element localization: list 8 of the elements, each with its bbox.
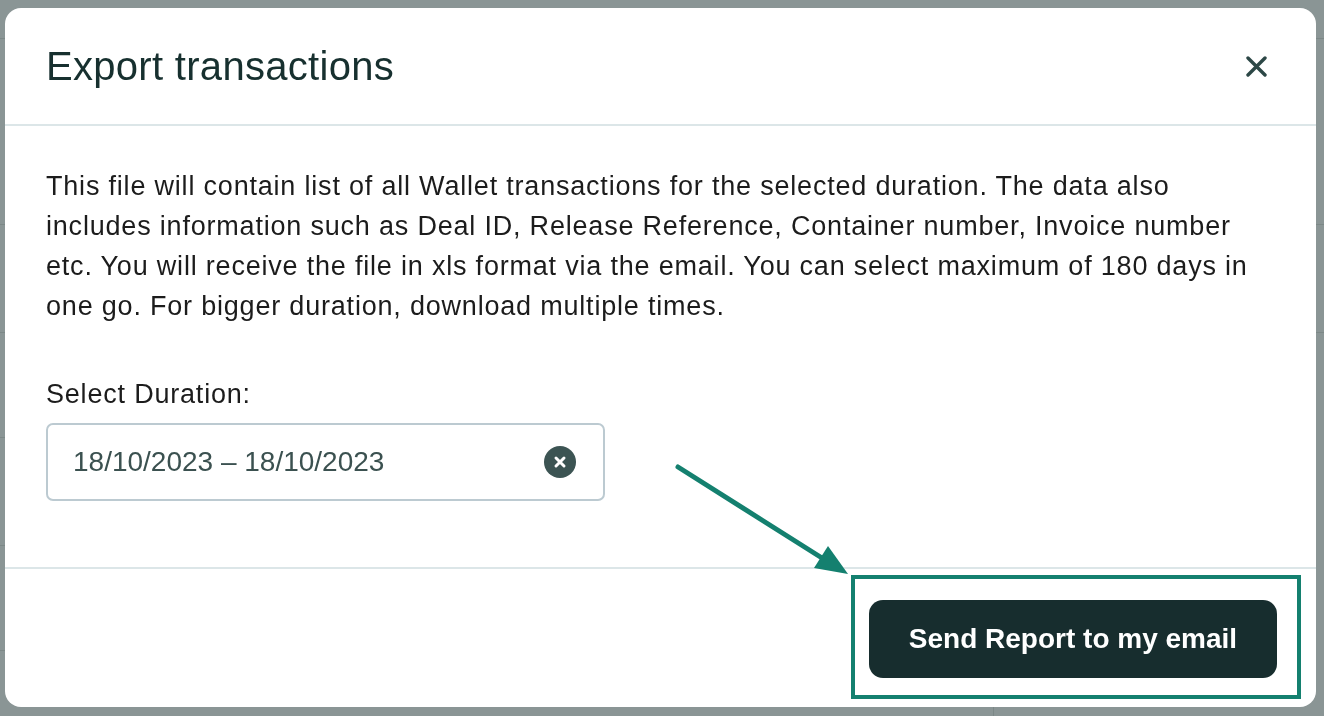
close-icon <box>1246 55 1267 77</box>
dialog-title: Export transactions <box>46 43 395 90</box>
description-text: This file will contain list of all Wallet transactions for the selected duration. The data also includes information such as Deal ID, Release Reference, Container number, Invoice number etc. You will receive the file in xls format via the email. You can select maximum of 180 days in one go. For bigger duration, download multiple times. <box>46 170 1249 323</box>
clear-icon[interactable] <box>544 446 576 478</box>
send-report-button[interactable]: Send Report to my email <box>869 600 1277 678</box>
duration-label: Select Duration: <box>46 379 251 409</box>
date-range-field[interactable]: 18/10/2023 – 18/10/2023 <box>46 423 605 501</box>
close-button[interactable] <box>1246 55 1267 77</box>
